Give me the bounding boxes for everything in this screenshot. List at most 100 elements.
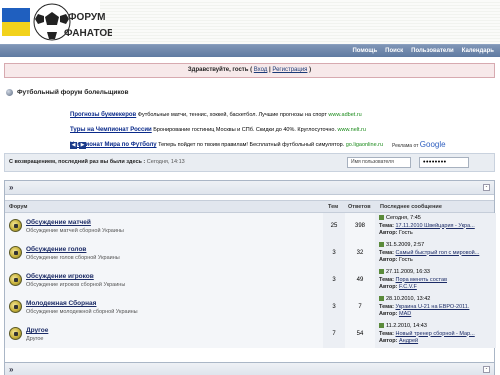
col-last: Последнее сообщение — [380, 204, 442, 210]
ad-text: Футбольные матчи, теннис, хоккей, баскет… — [137, 112, 327, 118]
topic-label: Тема: — [379, 222, 394, 229]
panel-header: » - — [5, 181, 494, 195]
last-topic-link[interactable]: 17.11.2010 Швейцария - Укра... — [396, 223, 475, 229]
forum-desc: Обсуждение игроков сборной Украины — [26, 282, 126, 288]
replies-count: 398 — [345, 213, 375, 240]
topics-count: 3 — [323, 240, 345, 267]
post-icon[interactable] — [379, 296, 384, 302]
replies-count: 49 — [345, 267, 375, 294]
welcome-bar: Здравствуйте, гость ( Вход | Регистрация… — [4, 63, 495, 78]
last-visit-value: Сегодня, 14:13 — [146, 159, 185, 165]
login-link[interactable]: Вход — [254, 67, 268, 73]
nav-search[interactable]: Поиск — [385, 48, 403, 54]
post-icon[interactable] — [379, 215, 384, 221]
register-link[interactable]: Регистрация — [272, 67, 307, 73]
topics-count: 3 — [323, 267, 345, 294]
bullet-icon — [6, 89, 13, 96]
last-post: Сегодня, 7:45 Тема: 17.11.2010 Швейцария… — [375, 213, 496, 240]
col-topics: Тем — [328, 204, 339, 210]
nav-calendar[interactable]: Календарь — [462, 48, 494, 54]
topic-label: Тема: — [379, 303, 394, 310]
table-row: Обсуждение голов Обсуждение голов сборно… — [5, 240, 496, 267]
ad-pager: ◀ ▶ — [70, 142, 86, 149]
ad-title[interactable]: Прогнозы букмекеров — [70, 112, 136, 118]
ad-text: Бронирование гостиниц Москвы и СПб. Скид… — [153, 127, 336, 133]
table-row: Другое Другое 7 54 11.2.2010, 14:43 Тема… — [5, 321, 496, 348]
topic-label: Тема: — [379, 249, 394, 256]
forum-desc: Обсуждение молодежной сборной Украины — [26, 309, 138, 315]
last-author-link[interactable]: F.C.V.F — [399, 284, 417, 290]
author-label: Автор: — [379, 257, 398, 263]
collapse-icon[interactable]: - — [483, 184, 490, 191]
last-author-link[interactable]: Андрей — [399, 338, 418, 344]
page-title-text[interactable]: Футбольный форум болельщиков — [17, 89, 128, 96]
forum-cell: Молодежная Сборная Обсуждение молодежной… — [5, 294, 323, 321]
ad-url[interactable]: go.ligaonline.ru — [346, 142, 383, 148]
last-visit: С возвращением, последний раз вы были зд… — [9, 159, 185, 165]
forum-desc: Обсуждение голов сборной Украины — [26, 255, 120, 261]
logo-line1: ФОРУМ — [68, 12, 105, 23]
last-visit-label: С возвращением, последний раз вы были зд… — [9, 159, 146, 165]
password-input[interactable]: •••••••• — [419, 157, 469, 168]
author-label: Автор: — [379, 230, 398, 236]
last-date: 31.5.2009, 2:57 — [386, 242, 425, 248]
welcome-open: ( — [250, 67, 253, 73]
forum-title[interactable]: Молодежная Сборная — [26, 300, 96, 307]
forum-title[interactable]: Обсуждение игроков — [26, 273, 94, 280]
ad-row: Прогнозы букмекеров Футбольные матчи, те… — [70, 108, 470, 123]
username-input[interactable]: Имя пользователя — [347, 157, 411, 168]
collapse-icon[interactable]: - — [483, 366, 490, 373]
replies-count: 54 — [345, 321, 375, 348]
last-post: 27.11.2009, 16:33 Тема: Пора менять сост… — [375, 267, 496, 294]
ad-text: Теперь пойдет по твоим правилам! Бесплат… — [158, 142, 345, 148]
header-background — [100, 0, 500, 44]
forum-title[interactable]: Другое — [26, 327, 48, 334]
ad-credit[interactable]: Реклама от Google — [392, 140, 446, 149]
ad-title[interactable]: Туры на Чемпионат России — [70, 127, 152, 133]
last-topic-link[interactable]: Украина U-21 на ЕВРО-2011. — [396, 304, 470, 310]
topics-count: 3 — [323, 294, 345, 321]
nav-help[interactable]: Помощь — [352, 48, 377, 54]
forum-ball-icon — [9, 246, 22, 259]
site-header: ФОРУМ ФАНАТОВ — [0, 0, 500, 44]
last-date: 27.11.2009, 16:33 — [386, 269, 430, 275]
topics-count: 25 — [323, 213, 345, 240]
forum-ball-icon — [9, 300, 22, 313]
author-label: Автор: — [379, 338, 398, 344]
forum-cell: Обсуждение игроков Обсуждение игроков сб… — [5, 267, 323, 294]
forum-ball-icon — [9, 273, 22, 286]
google-logo: Google — [419, 140, 446, 149]
last-topic-link[interactable]: Самый быстрый гол с мировой... — [396, 250, 480, 256]
forum-desc: Другое — [26, 336, 44, 342]
topic-label: Тема: — [379, 276, 394, 283]
welcome-sep: | — [269, 67, 271, 73]
last-topic-link[interactable]: Новый тренер сборной - Мар... — [396, 331, 475, 337]
login-strip: С возвращением, последний раз вы были зд… — [4, 153, 495, 172]
category-arrows-icon[interactable]: » — [9, 183, 13, 192]
post-icon[interactable] — [379, 242, 384, 248]
forum-title[interactable]: Обсуждение голов — [26, 246, 86, 253]
logo-line2: ФАНАТОВ — [64, 28, 112, 39]
ad-next-icon[interactable]: ▶ — [79, 142, 86, 149]
last-topic-link[interactable]: Пора менять состав — [396, 277, 448, 283]
last-author: Гость — [398, 230, 413, 236]
last-author-link[interactable]: MAD — [399, 311, 411, 317]
table-row: Молодежная Сборная Обсуждение молодежной… — [5, 294, 496, 321]
post-icon[interactable] — [379, 323, 384, 329]
last-date: 28.10.2010, 13:42 — [386, 296, 431, 302]
ad-url[interactable]: www.adbet.ru — [328, 112, 361, 118]
ad-url[interactable]: www.nelt.ru — [338, 127, 366, 133]
ad-credit-label: Реклама от — [392, 143, 419, 149]
forum-panel: » - Форум Тем Ответов Последнее сообщени… — [4, 180, 496, 368]
table-row: Обсуждение матчей Обсуждение матчей сбор… — [5, 213, 496, 240]
forum-logo[interactable]: ФОРУМ ФАНАТОВ — [2, 2, 112, 42]
nav-users[interactable]: Пользователи — [411, 48, 454, 54]
topics-count: 7 — [323, 321, 345, 348]
last-post: 31.5.2009, 2:57 Тема: Самый быстрый гол … — [375, 240, 496, 267]
ad-prev-icon[interactable]: ◀ — [70, 142, 77, 149]
last-date: 11.2.2010, 14:43 — [386, 323, 427, 329]
post-icon[interactable] — [379, 269, 384, 275]
forum-title[interactable]: Обсуждение матчей — [26, 219, 91, 226]
replies-count: 7 — [345, 294, 375, 321]
category-arrows-icon[interactable]: » — [9, 365, 13, 374]
